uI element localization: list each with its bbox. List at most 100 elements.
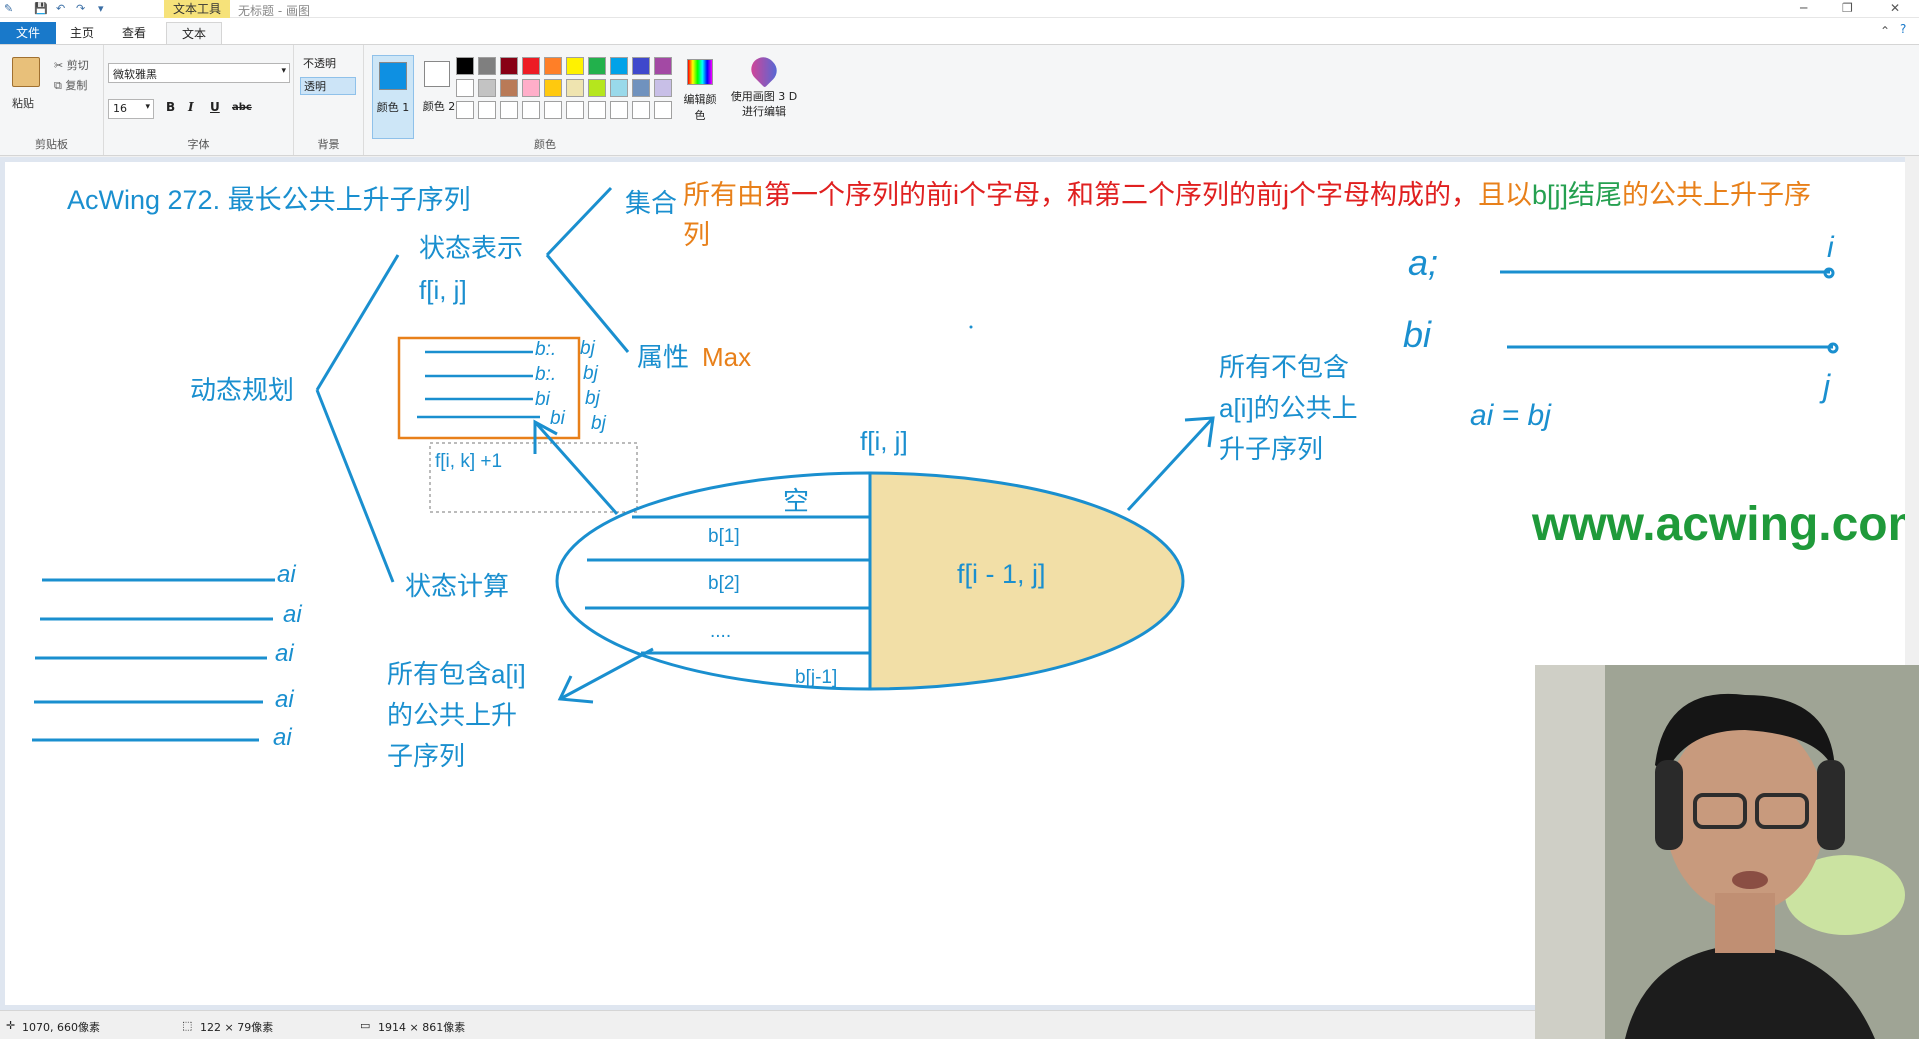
not-contain-line-1: 所有不包含	[1219, 352, 1349, 382]
palette-swatch[interactable]	[522, 57, 540, 75]
svg-text:b:.: b:.	[535, 364, 556, 385]
palette-custom-slot[interactable]	[522, 101, 540, 119]
canvas-size: 1914 × 861像素	[378, 1021, 466, 1034]
set-description: 所有由第一个序列的前i个字母，和第二个序列的前j个字母构成的，且以b[j]结尾的…	[683, 180, 1811, 210]
color-1-label: 颜色 1	[376, 101, 410, 114]
undo-icon[interactable]: ↶	[56, 2, 65, 15]
hw-ai: a;	[1408, 242, 1438, 283]
close-button[interactable]: ✕	[1890, 1, 1900, 15]
svg-text:bj: bj	[583, 363, 599, 384]
palette-swatch[interactable]	[632, 57, 650, 75]
palette-custom-slot[interactable]	[588, 101, 606, 119]
palette-swatch[interactable]	[654, 79, 672, 97]
palette-custom-slot[interactable]	[632, 101, 650, 119]
clipboard-group: 粘贴 ✂ 剪切 ⧉ 复制 剪贴板	[0, 45, 104, 155]
cut-button[interactable]: 剪切	[67, 59, 89, 72]
transparent-option[interactable]: 透明	[300, 77, 356, 95]
palette-swatch[interactable]	[610, 79, 628, 97]
palette-swatch[interactable]	[478, 79, 496, 97]
tab-view[interactable]: 查看	[114, 22, 154, 44]
collapse-ribbon-icon[interactable]: ⌃	[1880, 24, 1890, 38]
ribbon-tabs: 文件 主页 查看 文本 ⌃ ?	[0, 18, 1919, 44]
palette-custom-slot[interactable]	[654, 101, 672, 119]
palette-swatch[interactable]	[478, 57, 496, 75]
right-part-label: f[i - 1, j]	[957, 559, 1046, 589]
set-desc-part-6: 列	[683, 220, 710, 250]
fk-label: f[i, k] +1	[435, 451, 502, 472]
palette-swatch[interactable]	[654, 57, 672, 75]
palette-swatch[interactable]	[566, 79, 584, 97]
text-tools-context-label: 文本工具	[164, 0, 230, 18]
redo-icon[interactable]: ↷	[76, 2, 85, 15]
palette-swatch[interactable]	[610, 57, 628, 75]
copy-button[interactable]: 复制	[65, 79, 87, 92]
palette-custom-slot[interactable]	[478, 101, 496, 119]
strikethrough-button[interactable]: abc	[232, 102, 252, 113]
opaque-option[interactable]: 不透明	[300, 55, 356, 73]
hw-equation: ai = bj	[1470, 399, 1552, 432]
paint3d-label: 使用画图 3 D 进行编辑	[730, 90, 798, 118]
save-icon[interactable]: 💾	[34, 2, 48, 15]
palette-swatch[interactable]	[566, 57, 584, 75]
svg-text:b:.: b:.	[535, 339, 556, 360]
bold-button[interactable]: B	[166, 100, 175, 114]
set-desc-part-4: b[j]结尾	[1532, 180, 1622, 210]
font-group-label: 字体	[187, 138, 210, 151]
palette-custom-slot[interactable]	[544, 101, 562, 119]
font-size-select[interactable]: 16 ▾	[108, 99, 154, 119]
contain-line-1: 所有包含a[i]	[387, 659, 526, 689]
palette-custom-slot[interactable]	[456, 101, 474, 119]
canvas-size-icon: ▭	[360, 1019, 371, 1032]
color-1-swatch	[379, 62, 407, 90]
color-1-button[interactable]: 颜色 1	[372, 55, 414, 139]
maximize-button[interactable]: ❐	[1842, 1, 1853, 15]
ai-scribbles: ai ai ai ai ai	[273, 561, 302, 751]
customize-quick-access-icon[interactable]: ▾	[98, 2, 104, 15]
edit-colors-button[interactable]: 编辑颜色	[683, 59, 717, 123]
selection-size-icon: ⬚	[182, 1019, 193, 1032]
palette-swatch[interactable]	[588, 57, 606, 75]
selection-size: 122 × 79像素	[200, 1021, 274, 1034]
presenter-image	[1535, 665, 1919, 1039]
paste-icon[interactable]	[12, 57, 40, 87]
underline-button[interactable]: U	[210, 100, 220, 114]
palette-swatch[interactable]	[456, 57, 474, 75]
svg-text:ai: ai	[273, 724, 292, 751]
clipboard-group-label: 剪贴板	[35, 138, 68, 151]
palette-custom-slot[interactable]	[500, 101, 518, 119]
paint3d-icon	[746, 52, 782, 88]
paste-button[interactable]: 粘贴	[12, 95, 34, 111]
arrow-to-box	[533, 419, 619, 515]
state-calc-label: 状态计算	[405, 571, 509, 601]
svg-text:bj: bj	[591, 413, 607, 434]
color-2-label: 颜色 2	[422, 100, 456, 113]
edit-colors-label: 编辑颜色	[683, 93, 717, 122]
svg-text:ai: ai	[275, 640, 294, 667]
svg-text:ai: ai	[277, 561, 296, 588]
palette-custom-slot[interactable]	[566, 101, 584, 119]
palette-swatch[interactable]	[456, 79, 474, 97]
not-contain-line-2: a[i]的公共上	[1219, 393, 1358, 423]
help-icon[interactable]: ?	[1900, 22, 1906, 36]
tab-text[interactable]: 文本	[166, 22, 222, 44]
color-2-button[interactable]: 颜色 2	[418, 55, 460, 139]
palette-swatch[interactable]	[588, 79, 606, 97]
font-family-select[interactable]: 微软雅黑 ▾	[108, 63, 290, 83]
palette-swatch[interactable]	[500, 57, 518, 75]
palette-swatch[interactable]	[544, 57, 562, 75]
palette-swatch[interactable]	[632, 79, 650, 97]
dp-root-label: 动态规划	[190, 375, 294, 405]
paint3d-button[interactable]: 使用画图 3 D 进行编辑	[730, 52, 798, 119]
tab-file[interactable]: 文件	[0, 22, 56, 44]
svg-text:bi: bi	[535, 389, 551, 410]
minimize-button[interactable]: ─	[1800, 1, 1807, 15]
tab-home[interactable]: 主页	[62, 22, 102, 44]
attr-label: 属性	[637, 342, 689, 372]
palette-swatch[interactable]	[522, 79, 540, 97]
drawing-title: AcWing 272. 最长公共上升子序列	[67, 185, 471, 215]
palette-custom-slot[interactable]	[610, 101, 628, 119]
left-b1-label: b[1]	[708, 526, 740, 547]
palette-swatch[interactable]	[500, 79, 518, 97]
palette-swatch[interactable]	[544, 79, 562, 97]
italic-button[interactable]: I	[188, 100, 194, 114]
